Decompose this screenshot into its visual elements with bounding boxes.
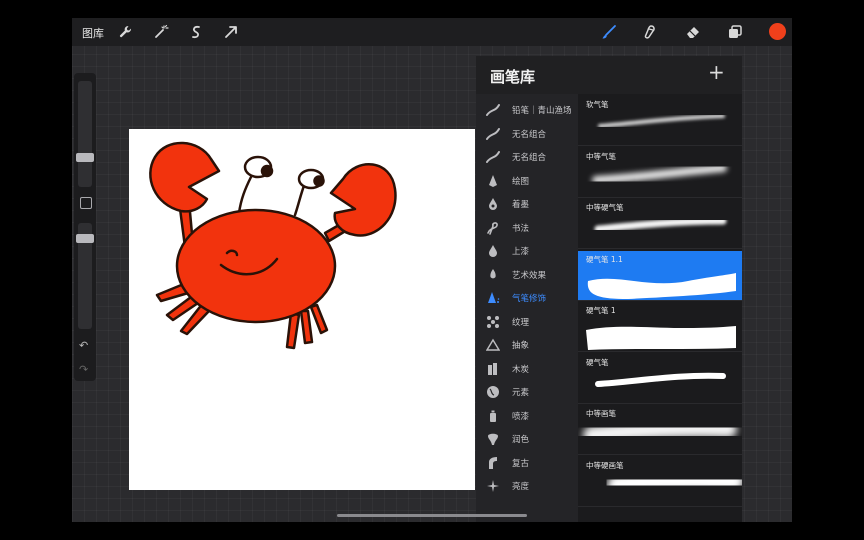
triangle-icon — [486, 338, 500, 352]
brush-category-item[interactable]: 纹理 — [476, 310, 578, 334]
brush-size-slider[interactable] — [78, 81, 92, 187]
brush-name: 中等硬画笔 — [586, 460, 624, 470]
transform-arrow-icon[interactable] — [221, 22, 241, 42]
brush-category-label: 亮度 — [512, 482, 530, 492]
brush-name: 硬气笔 1.1 — [586, 254, 623, 264]
brush-category-label: 元素 — [512, 388, 530, 398]
brush-category-label: 无名组合 — [512, 153, 547, 163]
charcoal-icon — [486, 362, 500, 376]
brush-category-list: 铅笔｜青山渔场 无名组合 无名组合 绘图 着墨 书法 上漆 艺术效果 气笔修饰 纹理 抽象 木炭 元素喷… — [476, 94, 578, 522]
home-indicator[interactable] — [337, 514, 527, 517]
gallery-button[interactable]: 图库 — [82, 25, 104, 41]
brush-name: 硬气笔 1 — [586, 306, 616, 315]
brush-category-item[interactable]: 亮度 — [476, 474, 578, 498]
wrench-icon[interactable] — [116, 22, 136, 42]
brush-category-label: 复古 — [512, 458, 530, 469]
undo-icon[interactable]: ↶ — [79, 339, 88, 352]
brush-category-label: 铅笔｜青山渔场 — [512, 106, 572, 116]
brush-item[interactable]: 中等气笔 — [578, 147, 742, 198]
eraser-icon[interactable] — [683, 22, 703, 42]
color-picker-button[interactable] — [769, 23, 786, 40]
brush-stroke-icon — [486, 103, 500, 117]
brush-library-title: 画笔库 — [490, 68, 536, 86]
brush-stroke-icon — [486, 150, 500, 164]
brush-category-item[interactable]: 上漆 — [476, 239, 578, 263]
calligraphy-icon — [486, 221, 500, 235]
paint-drop-icon — [486, 244, 500, 258]
retro-icon — [486, 456, 500, 470]
brush-item[interactable]: 中等画笔 — [578, 405, 742, 455]
brush-category-label: 木炭 — [512, 364, 530, 375]
crab-drawing — [149, 141, 397, 350]
brush-library-panel: 画笔库 + 铅笔｜青山渔场 无名组合 无名组合 绘图 着墨 书法 上漆 艺术效果 气笔修饰 纹理抽… — [476, 56, 742, 522]
brush-category-item[interactable]: 无名组合 — [476, 122, 578, 146]
brush-item[interactable]: 硬气笔 — [578, 353, 742, 404]
brush-category-label: 纹理 — [512, 317, 530, 328]
brush-stroke-icon — [486, 127, 500, 141]
smudge-icon[interactable] — [640, 22, 660, 42]
brush-category-item[interactable]: 复古 — [476, 451, 578, 475]
brush-item[interactable]: 硬气笔 1.1 — [578, 250, 742, 301]
pen-nib-icon — [486, 174, 500, 188]
add-brush-button[interactable]: + — [708, 62, 725, 82]
brush-category-label: 无名组合 — [512, 129, 547, 140]
brush-name: 软气笔 — [586, 100, 609, 109]
brush-category-label: 上漆 — [512, 247, 530, 257]
brush-item[interactable]: 硬气笔 1 — [578, 302, 742, 352]
brush-category-item[interactable]: 润色 — [476, 427, 578, 451]
brush-category-item[interactable]: 木炭 — [476, 357, 578, 381]
brush-icon[interactable] — [599, 22, 619, 42]
brush-category-label: 喷漆 — [512, 411, 530, 422]
opacity-thumb[interactable] — [76, 234, 94, 243]
airbrush-icon — [486, 291, 500, 305]
spray-can-icon — [486, 409, 500, 423]
left-sidebar: ↶ ↷ — [74, 73, 96, 381]
brush-name: 硬气笔 — [586, 357, 609, 367]
brush-size-thumb[interactable] — [76, 153, 94, 162]
brush-category-label: 书法 — [512, 223, 530, 234]
drawing-canvas[interactable] — [129, 129, 475, 490]
brush-category-item[interactable]: 艺术效果 — [476, 263, 578, 287]
brush-item[interactable]: 中等硬画笔 — [578, 456, 742, 507]
sparkle-icon — [486, 479, 500, 493]
brush-category-item[interactable]: 绘图 — [476, 169, 578, 193]
modify-button[interactable] — [80, 197, 92, 209]
brush-category-item[interactable]: 着墨 — [476, 192, 578, 216]
magic-wand-icon[interactable] — [151, 22, 171, 42]
brush-item[interactable]: 软气笔 — [578, 96, 742, 146]
brush-category-item[interactable]: 元素 — [476, 380, 578, 404]
selection-icon[interactable] — [186, 22, 206, 42]
brush-name: 中等画笔 — [586, 409, 616, 418]
brush-category-item[interactable]: 喷漆 — [476, 404, 578, 428]
brush-name: 中等硬气笔 — [586, 203, 624, 212]
ink-drop-icon — [486, 197, 500, 211]
globe-icon — [486, 385, 500, 399]
brush-name: 中等气笔 — [586, 151, 616, 161]
brush-category-label: 艺术效果 — [512, 270, 547, 281]
brush-library-header: 画笔库 + — [476, 56, 742, 94]
flame-icon — [486, 268, 500, 282]
blend-icon — [486, 432, 500, 446]
brush-category-item[interactable]: 无名组合 — [476, 145, 578, 169]
brush-item[interactable]: 中等硬气笔 — [578, 199, 742, 249]
brush-category-label: 抽象 — [512, 341, 530, 351]
brush-category-item[interactable]: 书法 — [476, 216, 578, 240]
brush-category-item[interactable]: 气笔修饰 — [476, 286, 578, 310]
brush-list: 软气笔中等气笔中等硬气笔硬气笔 1.1 硬气笔 1 硬气笔中等画笔中等硬画笔 — [578, 94, 742, 522]
redo-icon[interactable]: ↷ — [79, 363, 88, 376]
brush-category-item[interactable]: 铅笔｜青山渔场 — [476, 98, 578, 122]
brush-category-label: 气笔修饰 — [512, 294, 547, 304]
brush-category-item[interactable]: 抽象 — [476, 333, 578, 357]
brush-category-label: 润色 — [512, 435, 530, 445]
brush-category-label: 着墨 — [512, 200, 530, 210]
brush-category-label: 绘图 — [512, 176, 530, 187]
texture-icon — [486, 315, 500, 329]
top-toolbar: 图库 — [72, 18, 792, 46]
layers-icon[interactable] — [725, 22, 745, 42]
procreate-screen: 图库 ↶ ↷ 画笔库 + 铅笔｜青山渔场 无名组合 无名组合 绘图 着墨 书法 … — [72, 18, 792, 522]
